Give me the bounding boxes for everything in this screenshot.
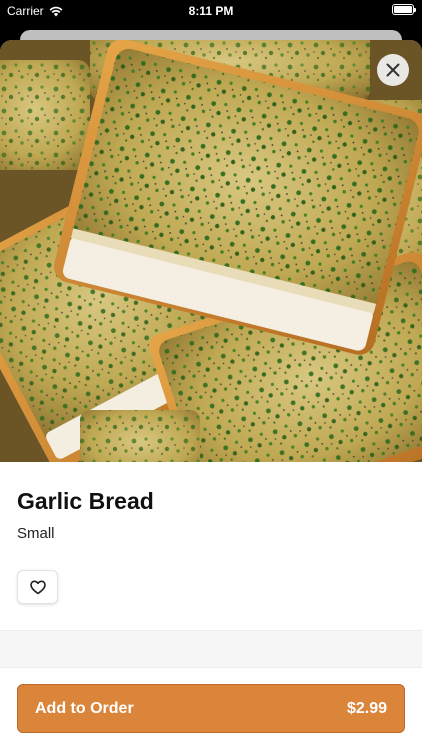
status-time: 8:11 PM bbox=[188, 4, 234, 18]
product-detail-sheet: Garlic Bread Small Add to Order $2.99 bbox=[0, 40, 422, 750]
status-bar: Carrier 8:11 PM bbox=[0, 0, 422, 22]
heart-outline-icon bbox=[29, 580, 46, 594]
product-name: Garlic Bread bbox=[17, 488, 154, 514]
add-to-order-label: Add to Order bbox=[35, 699, 134, 717]
favorite-button[interactable] bbox=[17, 570, 58, 604]
close-button[interactable] bbox=[377, 54, 409, 86]
product-size: Small bbox=[17, 525, 55, 542]
price-label: $2.99 bbox=[346, 699, 387, 717]
section-divider bbox=[0, 630, 422, 668]
close-icon bbox=[386, 63, 400, 77]
add-to-order-button[interactable]: Add to Order $2.99 bbox=[17, 684, 405, 733]
product-image bbox=[0, 40, 422, 462]
garlic-bread-photo bbox=[0, 40, 422, 462]
battery-icon bbox=[392, 4, 416, 15]
